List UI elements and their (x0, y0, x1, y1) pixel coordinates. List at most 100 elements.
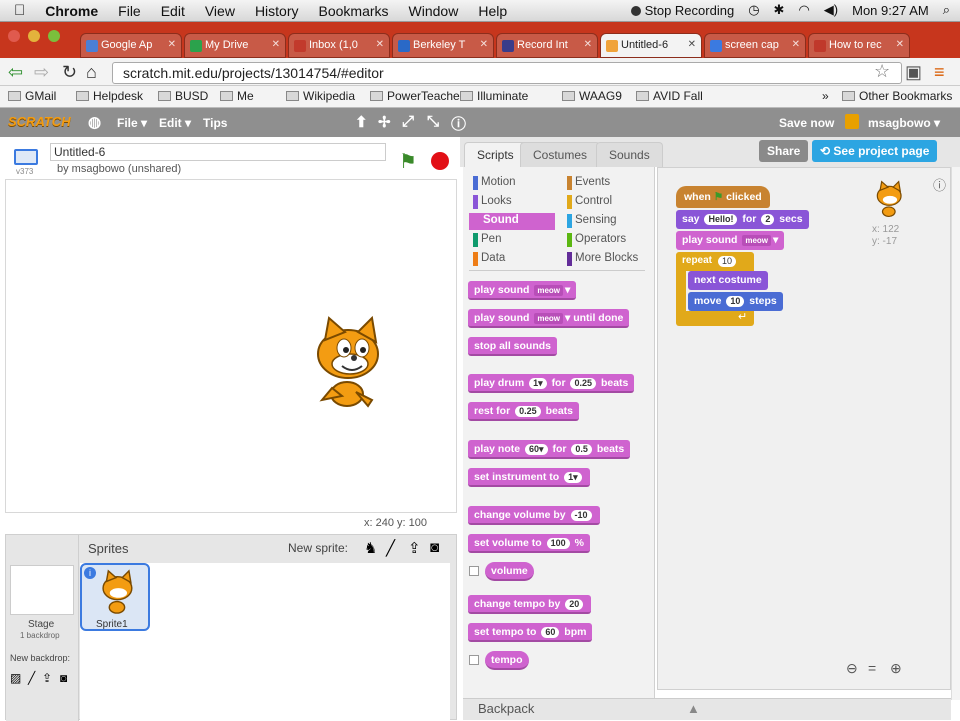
clock[interactable]: Mon 9:27 AM (852, 3, 929, 18)
close-tab-icon[interactable]: ✕ (896, 39, 904, 50)
bookmark-item[interactable]: Me (220, 89, 254, 103)
script-scrollbar[interactable] (951, 167, 960, 700)
globe-icon[interactable]: ◍ (88, 113, 101, 131)
bookmark-star-icon[interactable]: ☆ (874, 61, 890, 82)
see-project-page-button[interactable]: ⟲ See project page (812, 140, 938, 162)
zoom-window-button[interactable] (48, 30, 60, 42)
zoom-reset-icon[interactable]: = (868, 660, 876, 676)
project-title-input[interactable]: Untitled-6 (50, 143, 386, 161)
bookmark-item[interactable]: Illuminate (460, 89, 528, 103)
library-sprite-icon[interactable]: ♞ (364, 539, 377, 557)
sprite-thumbnail[interactable]: i Sprite1 (80, 563, 150, 631)
bookmark-item[interactable]: Wikipedia (286, 89, 355, 103)
wifi-icon[interactable]: ◠ (798, 2, 809, 18)
category-control[interactable]: Control (563, 194, 649, 211)
minimize-window-button[interactable] (28, 30, 40, 42)
bookmarks-overflow[interactable]: » (822, 89, 829, 103)
browser-tab[interactable]: Record Int ✕ (496, 33, 598, 58)
edit-menu[interactable]: Edit ▾ (159, 116, 191, 130)
category-events[interactable]: Events (563, 175, 649, 192)
bookmark-item[interactable]: AVID Fall (636, 89, 703, 103)
palette-block[interactable]: rest for 0.25 beats (468, 402, 579, 421)
bookmark-item[interactable]: Helpdesk (76, 89, 143, 103)
block-input[interactable]: 0.25 (570, 378, 597, 389)
bookmark-item[interactable]: PowerTeacher (370, 89, 464, 103)
zoom-out-icon[interactable]: ⊖ (846, 660, 858, 677)
say-message[interactable]: Hello! (704, 214, 738, 225)
block-input[interactable]: -10 (570, 510, 592, 521)
other-bookmarks[interactable]: Other Bookmarks (842, 89, 952, 103)
upload-sprite-icon[interactable]: ⇪ (408, 539, 421, 557)
time-machine-icon[interactable]: ◷ (748, 2, 759, 18)
close-tab-icon[interactable]: ✕ (584, 39, 592, 50)
browser-tab[interactable]: Berkeley T ✕ (392, 33, 494, 58)
block-input[interactable]: 1▾ (564, 472, 582, 483)
palette-block[interactable]: play drum 1▾ for 0.25 beats (468, 374, 635, 393)
reload-button[interactable]: ↻ (62, 62, 77, 83)
paint-sprite-icon[interactable]: ╱ (386, 539, 395, 557)
browser-tab[interactable]: Google Ap ✕ (80, 33, 182, 58)
stop-recording[interactable]: Stop Recording (630, 3, 734, 18)
close-tab-icon[interactable]: ✕ (168, 39, 176, 50)
next-costume-block[interactable]: next costume (688, 271, 768, 290)
menu-view[interactable]: View (205, 3, 235, 19)
grow-tool-icon[interactable]: ⤢ (402, 113, 414, 130)
bookmark-item[interactable]: GMail (8, 89, 56, 103)
palette-block[interactable]: stop all sounds (468, 337, 558, 356)
block-input[interactable]: 0.5 (571, 444, 592, 455)
file-menu[interactable]: File ▾ (117, 116, 147, 130)
move-block[interactable]: move 10 steps (688, 292, 783, 311)
category-more-blocks[interactable]: More Blocks (563, 251, 649, 268)
help-tool-icon[interactable]: ⓘ (451, 113, 466, 134)
stop-sign-icon[interactable] (431, 152, 449, 170)
palette-block[interactable]: tempo (485, 651, 529, 670)
sound-dropdown[interactable]: meow (742, 235, 772, 246)
tab-sounds[interactable]: Sounds (596, 142, 663, 167)
volume-icon[interactable]: ◀) (824, 2, 838, 18)
palette-block[interactable]: play note 60▾ for 0.5 beats (468, 440, 631, 459)
close-tab-icon[interactable]: ✕ (688, 39, 696, 50)
upload-backdrop-icon[interactable]: ⇪ (42, 671, 52, 685)
category-looks[interactable]: Looks (469, 194, 555, 211)
say-block[interactable]: say Hello! for 2 secs (676, 210, 809, 229)
tab-costumes[interactable]: Costumes (520, 142, 601, 167)
palette-block[interactable]: play sound meow ▾ (468, 281, 577, 300)
close-window-button[interactable] (8, 30, 20, 42)
category-data[interactable]: Data (469, 251, 555, 268)
apple-icon[interactable]:  (14, 2, 25, 19)
repeat-count[interactable]: 10 (718, 256, 737, 267)
backpack-bar[interactable]: Backpack ▲ (463, 698, 951, 720)
brush-backdrop-icon[interactable]: ╱ (28, 671, 35, 685)
user-avatar[interactable] (845, 114, 859, 129)
tips-link[interactable]: Tips (203, 116, 227, 130)
backpack-toggle-icon[interactable]: ▲ (687, 701, 700, 716)
cat-sprite-icon[interactable] (300, 314, 390, 410)
palette-block[interactable]: set tempo to 60 bpm (468, 623, 593, 642)
say-seconds[interactable]: 2 (761, 214, 775, 225)
browser-tab[interactable]: My Drive ✕ (184, 33, 286, 58)
bookmark-item[interactable]: BUSD (158, 89, 208, 103)
scratch-logo[interactable]: SCRATCH (8, 114, 71, 129)
palette-block[interactable]: change tempo by 20 (468, 595, 592, 614)
close-tab-icon[interactable]: ✕ (376, 39, 384, 50)
menu-edit[interactable]: Edit (161, 3, 185, 19)
reporter-checkbox[interactable] (469, 566, 479, 576)
green-flag-icon[interactable]: ⚑ (399, 149, 417, 174)
close-tab-icon[interactable]: ✕ (272, 39, 280, 50)
block-dropdown[interactable]: meow (534, 313, 564, 324)
block-input[interactable]: 100 (546, 538, 570, 549)
back-button[interactable]: ⇦ (8, 62, 23, 83)
play-sound-block[interactable]: play sound meow ▾ (676, 231, 785, 250)
duplicate-tool-icon[interactable]: ⬆ (355, 113, 368, 131)
close-tab-icon[interactable]: ✕ (480, 39, 488, 50)
browser-tab[interactable]: screen cap ✕ (704, 33, 806, 58)
category-sensing[interactable]: Sensing (563, 213, 649, 230)
shrink-tool-icon[interactable]: ⤡ (427, 113, 439, 130)
extension-icon[interactable]: ▣ (905, 62, 922, 83)
block-input[interactable]: 1▾ (529, 378, 547, 389)
address-bar[interactable]: scratch.mit.edu/projects/13014754/#edito… (112, 62, 902, 84)
palette-block[interactable]: set instrument to 1▾ (468, 468, 590, 487)
menu-history[interactable]: History (255, 3, 299, 19)
move-steps[interactable]: 10 (726, 296, 745, 307)
palette-block[interactable]: change volume by -10 (468, 506, 600, 525)
